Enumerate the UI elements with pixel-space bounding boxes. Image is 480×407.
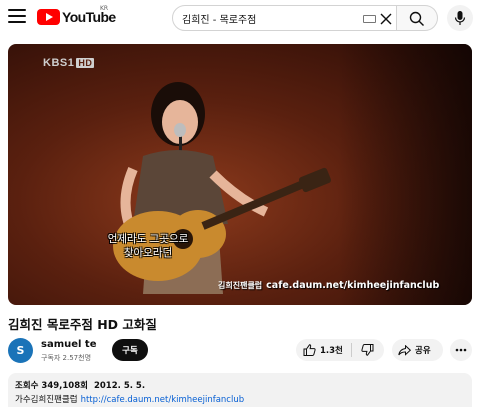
video-player[interactable]: KBS1 HD 언제라도 그곳으로 찾아오라던 김희진팬클럽 cafe.daum.n… [8,44,472,305]
upload-date: 2012. 5. 5. [93,381,146,391]
stage-shadow [338,44,472,305]
share-button[interactable]: 공유 [392,339,443,361]
search-box [172,5,397,31]
top-bar: YouTube KR [0,0,480,36]
search-input[interactable] [182,10,357,27]
fanclub-tag: 김희진팬클럽 [218,281,263,290]
performer-image [113,82,331,294]
description-label: 가수김희진팬클럽 [15,395,78,405]
keyboard-icon[interactable] [363,15,376,23]
share-icon [398,344,411,356]
fanclub-url: cafe.daum.net/kimheejinfanclub [266,280,440,291]
youtube-logo-icon [37,9,60,25]
search-button[interactable] [397,5,438,31]
more-button[interactable] [450,339,472,361]
subtitle-line-2: 찾아오라던 [123,247,173,259]
description-link[interactable]: http://cafe.daum.net/kimheejinfanclub [81,395,245,405]
region-label: KR [100,5,109,12]
view-count: 조회수 349,108회 [15,381,88,391]
description-box[interactable]: 조회수 349,108회 2012. 5. 5. 가수김희진팬클럽 http://c… [8,373,472,407]
dislike-button[interactable] [352,339,384,361]
search-icon [409,11,424,26]
channel-name[interactable]: samuel te [41,339,97,350]
clear-icon[interactable] [379,11,393,25]
video-meta: 조회수 349,108회 2012. 5. 5. [15,379,151,391]
more-icon [455,348,467,352]
share-label: 공유 [415,346,431,356]
dislike-icon [361,344,374,356]
subtitle-line-1: 언제라도 그곳으로 [107,233,189,245]
menu-icon[interactable] [8,9,26,25]
avatar[interactable]: S [8,338,33,363]
subscriber-count: 구독자 2.57천명 [41,354,92,362]
youtube-logo[interactable]: YouTube KR [37,5,116,26]
subscribe-button[interactable]: 구독 [112,339,148,361]
channel-watermark: KBS1 HD [43,57,95,69]
like-button[interactable]: 1.3천 [296,339,351,361]
description-text: 가수김희진팬클럽 http://cafe.daum.net/kimheejinfa… [15,393,244,405]
mic-button[interactable] [447,5,473,31]
video-subtitle: 언제라도 그곳으로 찾아오라던 [68,232,228,260]
like-dislike-group: 1.3천 [296,339,384,361]
video-title: 김희진 목로주점 HD 고화질 [8,317,157,332]
like-icon [303,344,316,356]
mic-icon [454,11,466,25]
like-count: 1.3천 [320,346,343,356]
fanclub-caption: 김희진팬클럽 cafe.daum.net/kimheejinfanclub [218,280,439,291]
